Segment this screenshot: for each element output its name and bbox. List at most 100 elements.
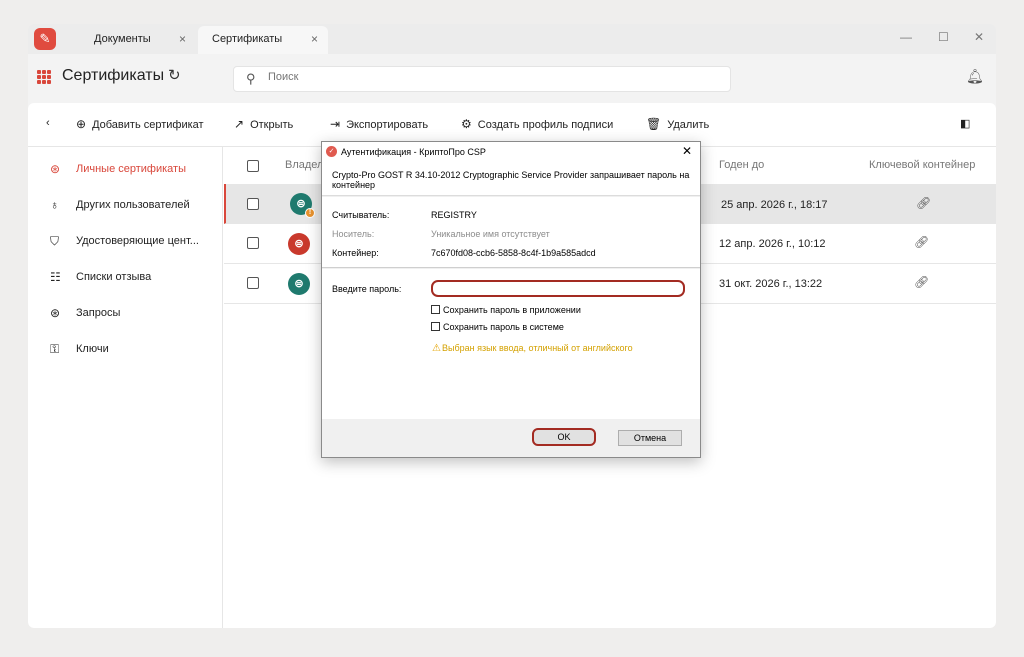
sidebar-item-personal-certificates[interactable]: ⊛ Личные сертификаты [28,151,223,187]
valid-until-cell: 31 окт. 2026 г., 13:22 [719,278,823,290]
column-header-owner[interactable]: Владел [285,147,323,184]
revocation-list-icon: ☷ [50,270,61,284]
cryptopro-logo-icon: ✓ [326,146,337,157]
key-container-link-icon[interactable]: 🔗︎ [914,275,929,289]
sidebar-item-label: Ключи [76,343,109,355]
column-header-key-container[interactable]: Ключевой контейнер [869,147,975,184]
reader-value: REGISTRY [431,210,477,220]
warning-badge-icon: ! [305,208,315,218]
maximize-icon[interactable]: ☐ [938,30,949,44]
certificate-badge-icon: ⊛ [50,162,61,176]
dialog-buttons: OK Отмена [322,419,700,457]
ok-button[interactable]: OK [532,428,596,446]
key-container-link-icon[interactable]: 🔗︎ [916,196,931,210]
search-box[interactable]: ⚲ [233,66,731,92]
tab-certificates-close-icon[interactable]: × [311,26,318,52]
key-container-link-icon[interactable]: 🔗︎ [914,235,929,249]
row-checkbox[interactable] [247,277,259,289]
add-certificate-button[interactable]: ⊕ Добавить сертификат [76,117,204,131]
sidebar-item-label: Других пользователей [76,199,190,211]
tab-documents-close-icon[interactable]: × [179,26,186,52]
back-button[interactable]: ‹ [46,117,50,129]
certificate-avatar-icon: ⊜ [288,273,310,295]
save-in-app-checkbox[interactable]: Сохранить пароль в приложении [431,305,581,315]
minimize-icon[interactable]: — [900,30,912,44]
warning-text: Выбран язык ввода, отличный от английско… [441,343,633,353]
carrier-value: Уникальное имя отсутствует [431,229,550,239]
sidebar-item-label: Личные сертификаты [76,163,186,175]
search-input[interactable] [268,71,708,83]
checkbox-box[interactable] [431,322,440,331]
password-input[interactable] [431,280,685,297]
password-form: Введите пароль: Сохранить пароль в прило… [322,269,700,419]
password-label: Введите пароль: [332,284,402,294]
save-in-system-label: Сохранить пароль в системе [443,322,564,332]
sidebar-item-requests[interactable]: ⊛ Запросы [28,295,223,331]
sidebar-item-other-users[interactable]: ♁ Других пользователей [28,187,223,223]
row-checkbox[interactable] [247,237,259,249]
window-close-icon[interactable]: ✕ [974,30,984,44]
checkbox-box[interactable] [431,305,440,314]
export-label: Экспортировать [346,119,429,131]
sidebar-item-certificate-authorities[interactable]: ⛉ Удостоверяющие цент... [28,223,223,259]
column-header-valid-until[interactable]: Годен до [719,147,764,184]
auth-dialog: ✓ Аутентификация - КриптоПро CSP ✕ Crypt… [321,141,701,458]
refresh-icon[interactable]: ↻ [168,66,181,84]
add-certificate-label: Добавить сертификат [92,119,204,131]
save-in-system-checkbox[interactable]: Сохранить пароль в системе [431,322,564,332]
tab-bar: ✎ Документы × Сертификаты × — ☐ ✕ [28,24,996,54]
carrier-label: Носитель: [332,229,375,239]
search-icon: ⚲ [246,71,256,86]
tab-documents-label: Документы [94,33,151,45]
certificate-add-icon: ⊕ [76,117,87,131]
select-all-checkbox[interactable] [247,160,259,172]
key-icon: ⚿ [50,342,60,356]
tab-documents[interactable]: Документы × [80,26,196,54]
tab-certificates-label: Сертификаты [212,33,283,45]
delete-label: Удалить [667,119,710,131]
panel-toggle-icon[interactable]: ◧ [960,117,970,130]
sidebar-item-keys[interactable]: ⚿ Ключи [28,331,223,367]
tab-certificates[interactable]: Сертификаты × [198,26,328,54]
sidebar-item-revocation-lists[interactable]: ☷ Списки отзыва [28,259,223,295]
warning-icon: ⚠ [432,343,441,354]
save-in-app-label: Сохранить пароль в приложении [443,305,581,315]
page-title: Сертификаты [62,67,165,84]
certificate-avatar-icon: ⊜! [290,193,315,218]
container-value: 7c670fd08-ccb6-5858-8c4f-1b9a585adcd [431,248,596,258]
shield-icon: ⛉ [50,234,60,248]
valid-until-cell: 25 апр. 2026 г., 18:17 [721,199,828,211]
sidebar-item-label: Запросы [76,307,121,319]
create-profile-label: Создать профиль подписи [477,119,614,131]
sidebar-item-label: Удостоверяющие цент... [76,235,199,247]
export-icon: ⇥ [330,117,341,131]
trash-icon: 🗑︎ [646,117,662,131]
create-signature-profile-button[interactable]: ⚙ Создать профиль подписи [461,117,613,131]
sidebar: ⊛ Личные сертификаты ♁ Других пользовате… [28,147,223,628]
cancel-button[interactable]: Отмена [618,430,682,446]
request-icon: ⊛ [50,306,61,320]
valid-until-cell: 12 апр. 2026 г., 10:12 [719,238,826,250]
certificate-icon: ♁ [50,198,59,212]
dialog-title: Аутентификация - КриптоПро CSP [341,147,486,157]
dialog-message: Crypto-Pro GOST R 34.10-2012 Cryptograph… [332,170,690,190]
apps-grid-icon[interactable] [37,70,51,84]
open-external-icon: ↗ [234,117,245,131]
dialog-close-icon[interactable]: ✕ [682,144,692,158]
open-button[interactable]: ↗ Открыть [234,117,293,131]
row-checkbox[interactable] [247,198,259,210]
sidebar-item-label: Списки отзыва [76,271,152,283]
page-header: Сертификаты ↻ ⚲ 🔔︎ [28,54,996,102]
notifications-bell-icon[interactable]: 🔔︎ [966,68,984,85]
dialog-titlebar: ✓ Аутентификация - КриптоПро CSP ✕ [322,142,700,162]
dialog-message-area: Crypto-Pro GOST R 34.10-2012 Cryptograph… [322,162,700,196]
container-info: Считыватель: REGISTRY Носитель: Уникальн… [322,197,700,268]
delete-button[interactable]: 🗑︎ Удалить [646,117,709,131]
app-logo-icon[interactable]: ✎ [34,28,56,50]
open-label: Открыть [250,119,294,131]
settings-profile-icon: ⚙ [461,117,472,131]
export-button[interactable]: ⇥ Экспортировать [330,117,428,131]
certificate-avatar-icon: ⊜ [288,233,310,255]
input-language-warning: ⚠Выбран язык ввода, отличный от английск… [432,343,633,354]
container-label: Контейнер: [332,248,379,258]
